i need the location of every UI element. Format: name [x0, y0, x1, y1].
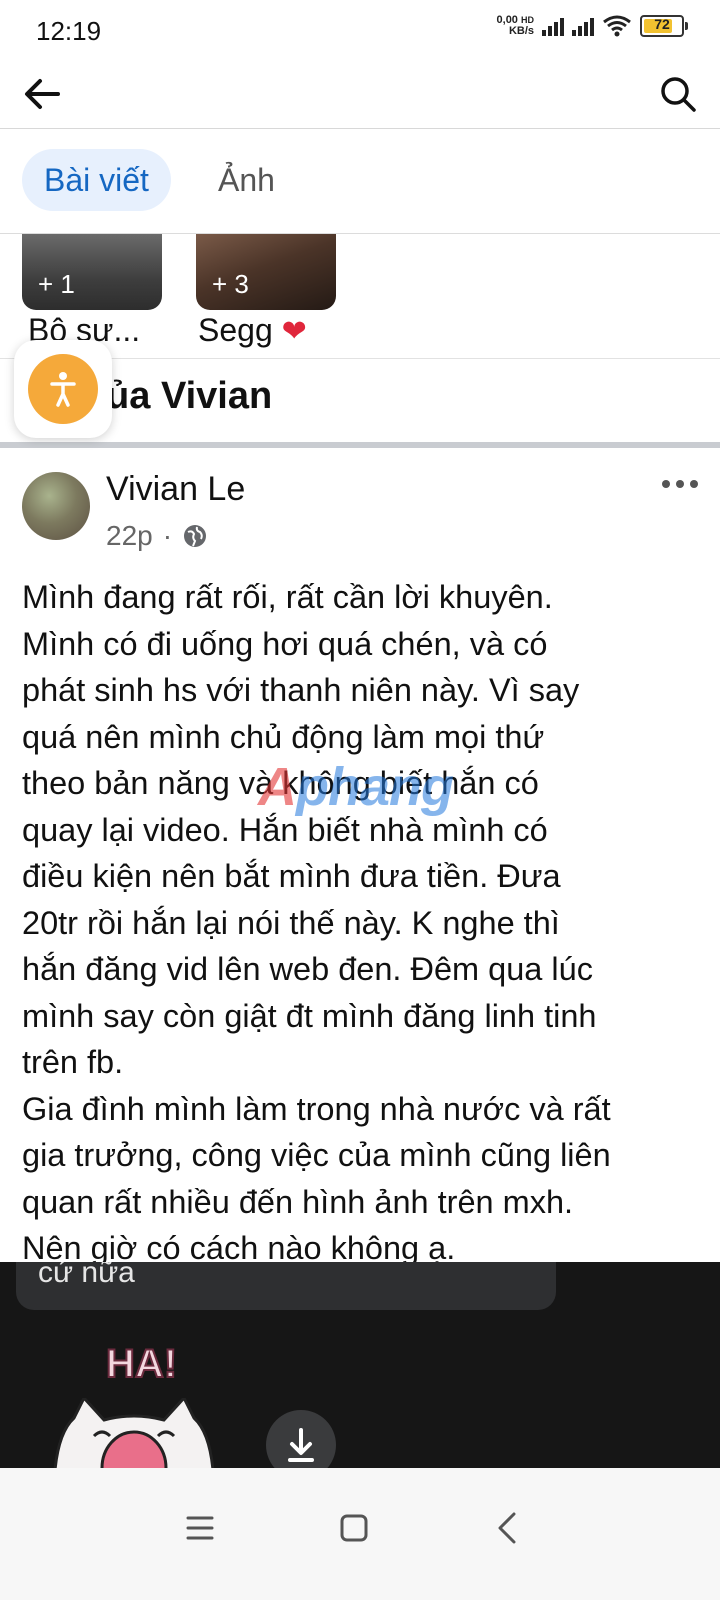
signal-icon: [572, 16, 594, 36]
download-button[interactable]: [266, 1410, 336, 1468]
wifi-icon: [603, 15, 631, 37]
signal-icon: [542, 16, 564, 36]
album-name: Segg: [198, 312, 273, 348]
tab-photos[interactable]: Ảnh: [218, 149, 275, 211]
network-type: HD: [521, 15, 534, 25]
post-text: Mình đang rất rối, rất cần lời khuyên. M…: [22, 579, 611, 1266]
album-thumbnail[interactable]: + 3: [196, 234, 336, 310]
recent-apps-icon[interactable]: [180, 1508, 220, 1548]
cat-sticker-icon: [53, 1398, 215, 1468]
battery-level: 72: [654, 16, 670, 32]
album-count: + 3: [212, 269, 249, 299]
avatar[interactable]: [22, 472, 90, 540]
top-app-bar: [0, 62, 720, 129]
post-time[interactable]: 22p: [106, 520, 153, 552]
chat-bubble-text: cứ nữa: [38, 1262, 135, 1289]
post-meta: 22p ·: [106, 520, 208, 552]
album-thumbnail[interactable]: + 1: [22, 234, 162, 310]
net-speed-unit: KB/s: [508, 25, 534, 37]
download-icon: [288, 1428, 314, 1462]
status-bar: 12:19 0,00 HD KB/s 72: [0, 0, 720, 62]
chat-overlay: cứ nữa HA!: [0, 1262, 720, 1468]
sticker-text: HA!: [105, 1341, 178, 1387]
more-options-icon[interactable]: [660, 472, 700, 496]
net-speed: 0,00 HD KB/s: [497, 15, 534, 37]
watermark-logo: Aphang: [258, 757, 454, 817]
tab-posts[interactable]: Bài viết: [22, 149, 171, 211]
accessibility-icon: [28, 354, 98, 424]
globe-icon: [184, 525, 207, 547]
accessibility-button[interactable]: [14, 340, 112, 438]
albums-strip: + 1 Bộ sư... + 3 Segg ❤: [0, 234, 720, 356]
status-time: 12:19: [36, 16, 102, 46]
chat-bubble: cứ nữa: [16, 1262, 556, 1310]
heart-icon: ❤: [281, 315, 307, 348]
system-nav-bar: [0, 1468, 720, 1600]
album-name-row[interactable]: Segg ❤: [198, 312, 307, 349]
back-arrow-icon[interactable]: [20, 72, 64, 116]
post-author[interactable]: Vivian Le: [106, 470, 245, 509]
album-count: + 1: [38, 269, 75, 299]
back-nav-icon[interactable]: [488, 1508, 528, 1548]
post-header: Vivian Le 22p ·: [0, 448, 720, 566]
profile-tabs: Bài viết Ảnh: [0, 129, 720, 234]
battery-icon: 72: [640, 15, 688, 37]
search-icon[interactable]: [656, 72, 700, 116]
status-icons: 0,00 HD KB/s 72: [497, 14, 688, 38]
home-icon[interactable]: [334, 1508, 374, 1548]
meta-separator: ·: [162, 520, 173, 551]
